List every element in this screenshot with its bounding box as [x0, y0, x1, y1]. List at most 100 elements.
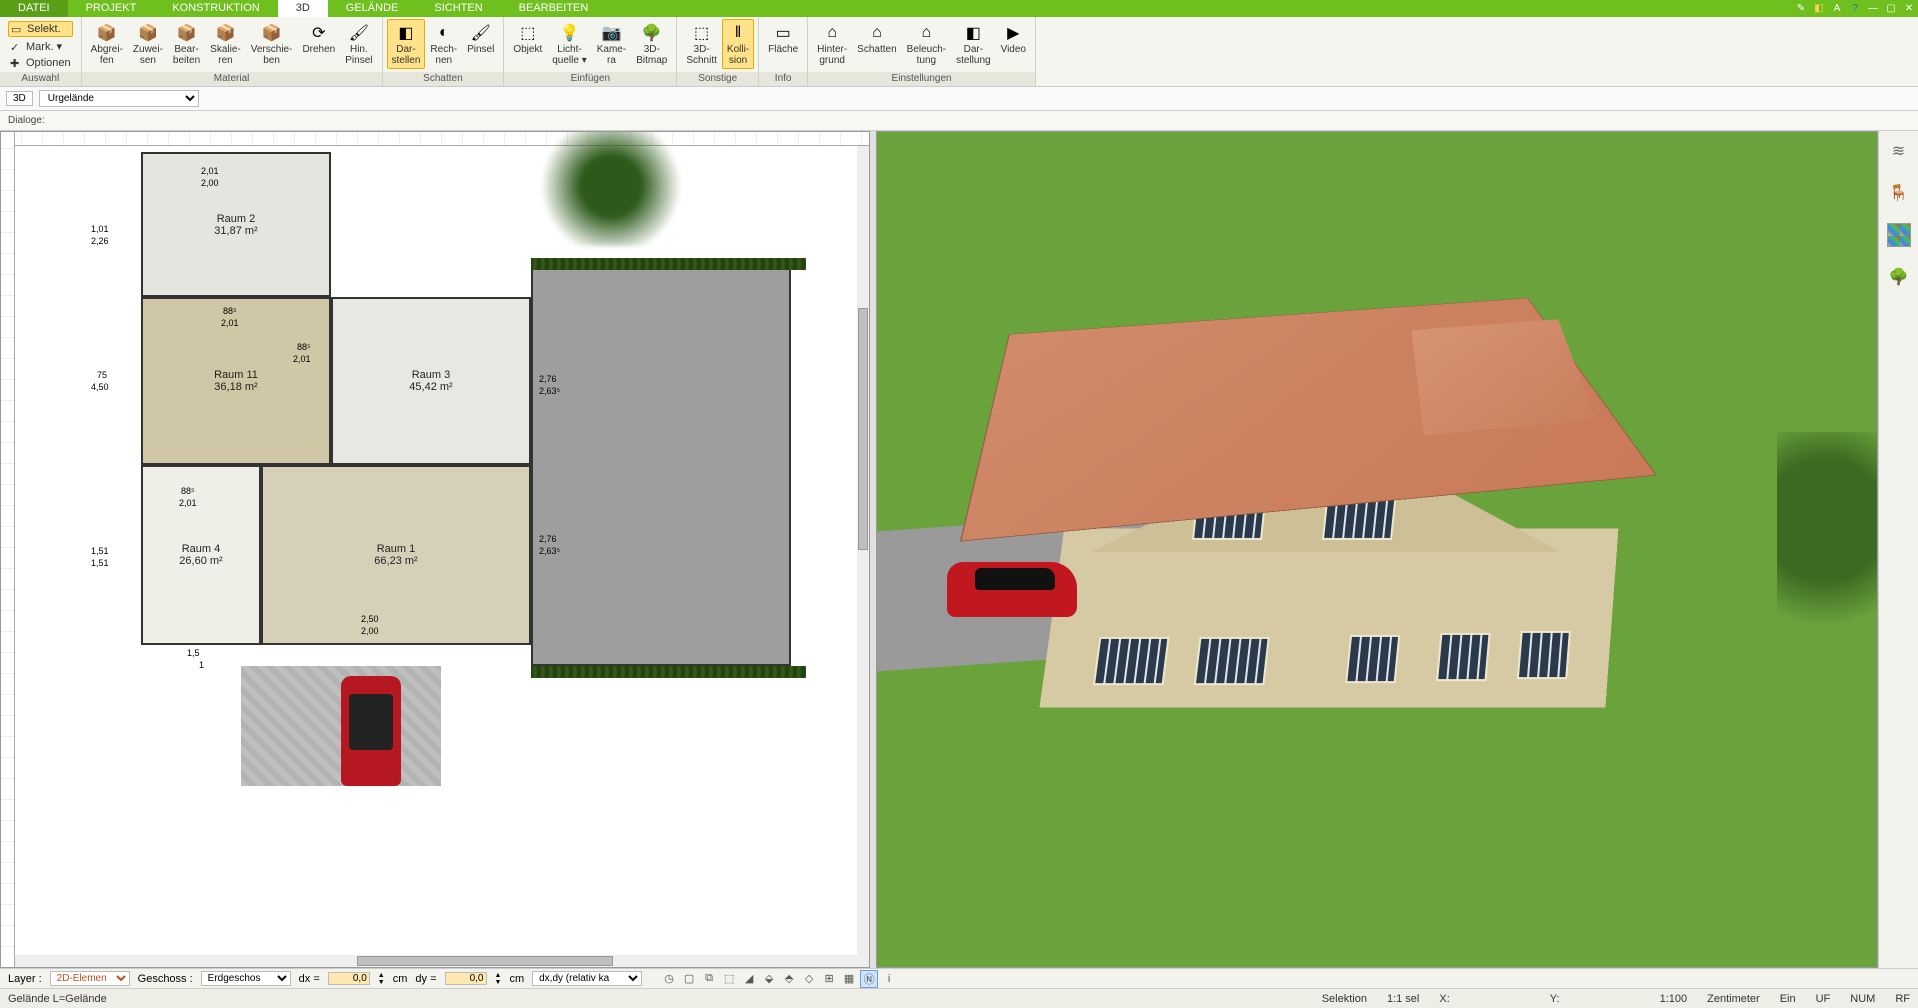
ribbon-darstellen[interactable]: ◧Dar- stellen [387, 19, 426, 69]
geschoss-select[interactable]: Erdgeschos [201, 971, 291, 986]
room-raum2[interactable]: Raum 231,87 m² [141, 152, 331, 297]
ribbon-zuweisen[interactable]: 📦Zuwei- sen [128, 19, 168, 69]
room-raum1[interactable]: Raum 166,23 m² [261, 465, 531, 645]
dimension-label: 1 [199, 660, 204, 670]
snap-toggle-2[interactable]: ⧉ [700, 970, 718, 988]
3d-schnitt-icon: ⬚ [691, 22, 713, 44]
ribbon-select[interactable]: ▭Selekt. [8, 21, 73, 37]
ribbon-beleuchtung[interactable]: ⌂Beleuch- tung [902, 19, 951, 69]
layer-select[interactable]: 2D-Elemen [50, 971, 130, 986]
ribbon-darstellung-einst[interactable]: ◧Dar- stellung [951, 19, 995, 69]
snap-toggle-8[interactable]: ⊞ [820, 970, 838, 988]
dimension-label: 2,26 [91, 236, 109, 246]
window-maximize[interactable]: ▢ [1882, 0, 1900, 17]
ribbon-kamera[interactable]: 📷Kame- ra [592, 19, 631, 69]
context-bar: 3D Urgelände [0, 87, 1918, 111]
side-tool-plants[interactable]: 🌳 [1887, 265, 1911, 289]
ribbon-options[interactable]: ✚Optionen [8, 56, 73, 70]
sys-icon-style[interactable]: A [1828, 0, 1846, 17]
dimension-label: 2,01 [201, 166, 219, 176]
dy-spinner[interactable]: ▲▼ [495, 972, 502, 986]
darstellen-icon: ◧ [395, 22, 417, 44]
dimension-label: 1,51 [91, 558, 109, 568]
dimension-label: 1,5 [187, 648, 200, 658]
menu-tab-projekt[interactable]: PROJEKT [68, 0, 155, 17]
window-close[interactable]: ✕ [1900, 0, 1918, 17]
ribbon-flaeche[interactable]: ▭Fläche [763, 19, 803, 58]
ribbon-group-caption: Schatten [383, 72, 504, 86]
ribbon-video[interactable]: ▶Video [996, 19, 1031, 58]
viewport-3d[interactable] [876, 131, 1878, 968]
side-tool-palette[interactable]: ▦ [1887, 223, 1911, 247]
ribbon-lichtquelle[interactable]: 💡Licht- quelle ▾ [547, 19, 592, 69]
coord-mode-select[interactable]: dx,dy (relativ ka [532, 971, 642, 986]
snap-toggle-5[interactable]: ⬙ [760, 970, 778, 988]
dimension-label: 2,01 [221, 318, 239, 328]
side-tool-furniture[interactable]: 🪑 [1887, 181, 1911, 205]
schatten-einst-icon: ⌂ [866, 22, 888, 44]
menu-tab-datei[interactable]: DATEI [0, 0, 68, 17]
sys-icon-pencil[interactable]: ✎ [1792, 0, 1810, 17]
snap-toggle-4[interactable]: ◢ [740, 970, 758, 988]
terrain-dropdown[interactable]: Urgelände [39, 90, 199, 107]
room-raum3[interactable]: Raum 345,42 m² [331, 297, 531, 465]
snap-toggle-11[interactable]: i [880, 970, 898, 988]
ribbon-hintergrund[interactable]: ⌂Hinter- grund [812, 19, 852, 69]
ribbon-group-caption: Sonstige [677, 72, 758, 86]
pinsel-icon: 🖌 [348, 22, 370, 44]
snap-toggle-9[interactable]: ▦ [840, 970, 858, 988]
snap-toggle-1[interactable]: ▢ [680, 970, 698, 988]
car-2d[interactable] [341, 676, 401, 786]
ribbon-verschieben[interactable]: 📦Verschie- ben [246, 19, 298, 69]
snap-toggle-3[interactable]: ⬚ [720, 970, 738, 988]
dx-spinner[interactable]: ▲▼ [378, 972, 385, 986]
zuweisen-icon: 📦 [137, 22, 159, 44]
ribbon-drehen[interactable]: ⟳Drehen [297, 19, 340, 58]
tree-2d[interactable] [531, 131, 691, 246]
scrollbar-h-2d[interactable] [15, 955, 869, 967]
ribbon: ▭Selekt. ✓Mark. ▾ ✚Optionen Auswahl 📦Abgrei-… [0, 17, 1918, 87]
menu-tab-sichten[interactable]: SICHTEN [416, 0, 500, 17]
window-minimize[interactable]: — [1864, 0, 1882, 17]
menu-tab-gelaende[interactable]: GELÄNDE [328, 0, 417, 17]
right-tool-strip: ≋ 🪑 ▦ 🌳 [1878, 131, 1918, 968]
ribbon-skalieren[interactable]: 📦Skalie- ren [205, 19, 246, 69]
ruler-horizontal [1, 132, 869, 146]
ribbon-schatten-pinsel[interactable]: 🖌Pinsel [462, 19, 499, 58]
viewport-2d[interactable]: Raum 231,87 m²Raum 1136,18 m²Raum 345,42… [0, 131, 870, 968]
menu-tab-bearbeiten[interactable]: BEARBEITEN [501, 0, 607, 17]
ribbon-mark[interactable]: ✓Mark. ▾ [8, 39, 73, 54]
ribbon-objekt[interactable]: ⬚Objekt [508, 19, 547, 58]
dimension-label: 88⁵ [181, 486, 195, 496]
dimension-label: 1,51 [91, 546, 109, 556]
room-raum4[interactable]: Raum 426,60 m² [141, 465, 261, 645]
ribbon-bearbeiten[interactable]: 📦Bear- beiten [168, 19, 205, 69]
menu-tab-konstruktion[interactable]: KONSTRUKTION [154, 0, 277, 17]
skalieren-icon: 📦 [214, 22, 236, 44]
dimension-label: 2,76 [539, 534, 557, 544]
sys-icon-help[interactable]: ? [1846, 0, 1864, 17]
status-num: NUM [1850, 993, 1875, 1005]
ribbon-rechnen[interactable]: ◐Rech- nen [425, 19, 462, 69]
ribbon-abgreifen[interactable]: 📦Abgrei- fen [86, 19, 128, 69]
menu-tab-3d[interactable]: 3D [278, 0, 328, 17]
ribbon-schatten-einst[interactable]: ⌂Schatten [852, 19, 901, 58]
side-tool-layers[interactable]: ≋ [1887, 139, 1911, 163]
dy-input[interactable] [445, 972, 487, 985]
dx-label: dx = [299, 973, 320, 985]
snap-toggle-6[interactable]: ⬘ [780, 970, 798, 988]
dx-input[interactable] [328, 972, 370, 985]
snap-toggle-0[interactable]: ◷ [660, 970, 678, 988]
snap-toggle-10[interactable]: Ⓝ [860, 970, 878, 988]
ribbon-3d-schnitt[interactable]: ⬚3D- Schnitt [681, 19, 722, 69]
snap-toggle-7[interactable]: ◇ [800, 970, 818, 988]
terrace[interactable] [531, 266, 791, 666]
ribbon-3d-bitmap[interactable]: 🌳3D- Bitmap [631, 19, 672, 69]
workspace: Raum 231,87 m²Raum 1136,18 m²Raum 345,42… [0, 131, 1878, 968]
ribbon-pinsel[interactable]: 🖌Hin. Pinsel [340, 19, 377, 69]
floorplan[interactable]: Raum 231,87 m²Raum 1136,18 m²Raum 345,42… [61, 146, 859, 953]
sys-icon-square[interactable]: ◧ [1810, 0, 1828, 17]
ribbon-kollision[interactable]: ‖Kolli- sion [722, 19, 754, 69]
scrollbar-v-2d[interactable] [857, 146, 869, 955]
ribbon-group-caption: Auswahl [0, 72, 81, 86]
